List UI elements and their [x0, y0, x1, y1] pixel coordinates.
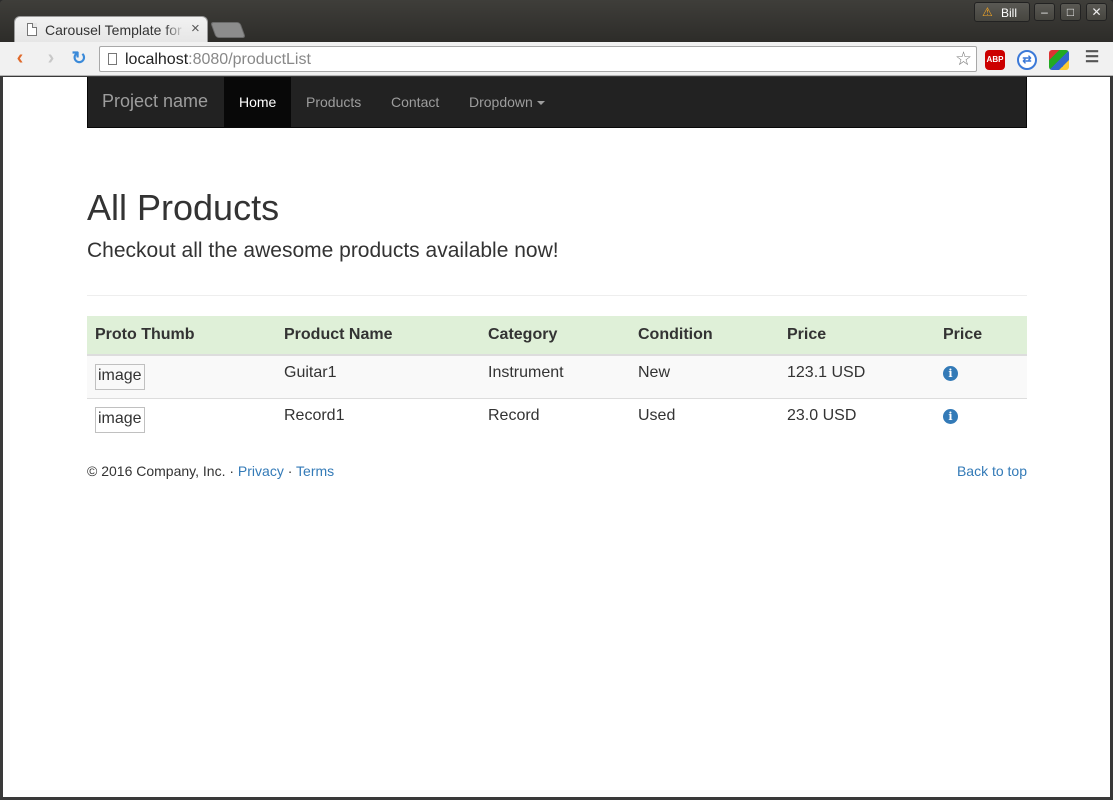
column-header: Condition [630, 316, 779, 356]
nav-dropdown-label: Dropdown [469, 94, 533, 110]
copyright-text: © 2016 Company, Inc. [87, 463, 226, 479]
column-header: Price [935, 316, 1027, 356]
page-footer: © 2016 Company, Inc. · Privacy · Terms B… [87, 463, 1027, 479]
profile-button[interactable]: ⚠ Bill [974, 2, 1030, 22]
page-container: Project name Home Products Contact Dropd… [87, 77, 1027, 479]
extension-icon[interactable] [1049, 50, 1069, 70]
broken-image: image [95, 364, 145, 390]
product-name: Guitar1 [276, 354, 480, 399]
url-text: localhost:8080/productList [125, 51, 311, 68]
browser-tab[interactable]: Carousel Template for Bootstrap × [14, 16, 208, 42]
caret-down-icon [536, 101, 545, 106]
adblock-icon[interactable]: ABP [985, 50, 1005, 70]
column-header: Price [779, 316, 935, 356]
thumb-cell: image [87, 354, 276, 399]
products-table: Proto Thumb Product Name Category Condit… [87, 316, 1027, 442]
product-category: Instrument [480, 354, 630, 399]
product-condition: New [630, 354, 779, 399]
title-bar: Carousel Template for Bootstrap × ⚠ Bill… [0, 0, 1113, 42]
warning-icon: ⚠ [982, 5, 993, 19]
address-bar[interactable]: localhost:8080/productList ☆ [99, 46, 977, 72]
column-header: Product Name [276, 316, 480, 356]
site-navbar: Project name Home Products Contact Dropd… [87, 77, 1027, 128]
tab-title: Carousel Template for Bootstrap [45, 22, 185, 38]
page-title: All Products [87, 187, 280, 228]
table-row: image Record1 Record Used 23.0 USD i [87, 398, 1027, 442]
forward-arrow-icon[interactable]: › [40, 47, 62, 69]
browser-window: Carousel Template for Bootstrap × ⚠ Bill… [0, 0, 1113, 800]
nav-link-contact[interactable]: Contact [376, 77, 454, 127]
profile-name: Bill [1001, 6, 1018, 20]
info-circle-icon[interactable]: i [943, 409, 958, 424]
product-name: Record1 [276, 398, 480, 442]
tab-close-icon[interactable]: × [191, 20, 200, 37]
sync-icon[interactable]: ⇄ [1017, 50, 1037, 70]
column-header: Proto Thumb [87, 316, 276, 356]
maximize-button[interactable]: □ [1060, 3, 1081, 21]
info-cell: i [935, 398, 1027, 442]
bookmark-star-icon[interactable]: ☆ [955, 48, 972, 71]
page-viewport: Project name Home Products Contact Dropd… [3, 77, 1110, 797]
product-price: 123.1 USD [779, 354, 935, 399]
navbar-brand[interactable]: Project name [102, 91, 208, 112]
page-icon [27, 23, 37, 36]
product-condition: Used [630, 398, 779, 442]
close-window-button[interactable]: ✕ [1086, 3, 1107, 21]
separator: · [229, 463, 235, 479]
product-category: Record [480, 398, 630, 442]
nav-link-products[interactable]: Products [291, 77, 376, 127]
terms-link[interactable]: Terms [296, 463, 334, 479]
table-row: image Guitar1 Instrument New 123.1 USD i [87, 354, 1027, 399]
reload-icon[interactable]: ↻ [68, 47, 90, 69]
separator: · [287, 463, 293, 479]
info-cell: i [935, 354, 1027, 399]
menu-icon[interactable]: ☰ [1081, 47, 1103, 69]
page-lead: Checkout all the awesome products availa… [87, 239, 559, 262]
privacy-link[interactable]: Privacy [238, 463, 284, 479]
info-circle-icon[interactable]: i [943, 366, 958, 381]
column-header: Category [480, 316, 630, 356]
table-header-row: Proto Thumb Product Name Category Condit… [87, 316, 1027, 356]
thumb-cell: image [87, 398, 276, 442]
product-price: 23.0 USD [779, 398, 935, 442]
new-tab-button[interactable] [210, 22, 246, 38]
minimize-button[interactable]: – [1034, 3, 1055, 21]
broken-image: image [95, 407, 145, 433]
divider [87, 295, 1027, 296]
back-to-top-link[interactable]: Back to top [957, 463, 1027, 479]
nav-dropdown[interactable]: Dropdown [454, 77, 560, 127]
browser-toolbar: ‹ › ↻ localhost:8080/productList ☆ ABP ⇄… [0, 42, 1113, 76]
page-icon [108, 53, 117, 65]
nav-link-home[interactable]: Home [224, 77, 292, 127]
back-arrow-icon[interactable]: ‹ [9, 47, 31, 69]
